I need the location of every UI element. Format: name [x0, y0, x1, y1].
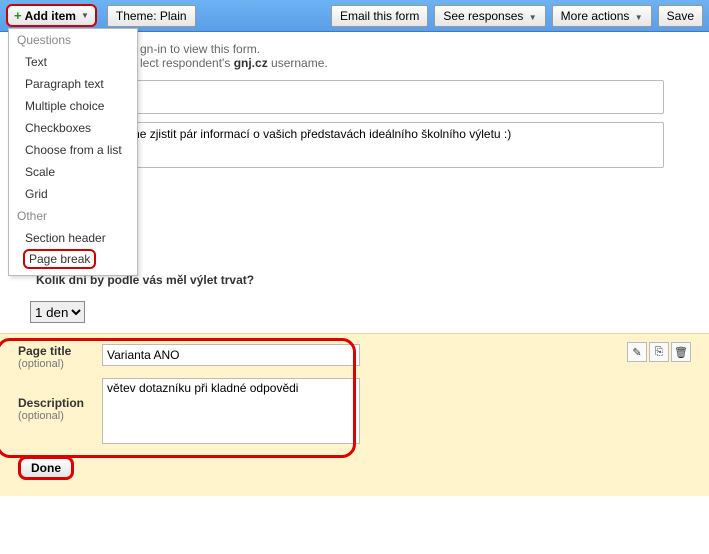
- add-item-label: Add item: [25, 9, 76, 23]
- theme-button[interactable]: Theme: Plain: [107, 5, 196, 27]
- add-item-menu: Questions Text Paragraph text Multiple c…: [8, 28, 138, 276]
- menu-item-text[interactable]: Text: [9, 51, 137, 73]
- page-description-label: Description (optional): [18, 378, 96, 422]
- delete-icon[interactable]: 🗑: [671, 342, 691, 362]
- theme-value: Plain: [160, 9, 187, 23]
- item-actions: ✎ ⎘ 🗑: [627, 342, 691, 362]
- see-responses-button[interactable]: See responses ▼: [434, 5, 545, 27]
- menu-header-questions: Questions: [9, 29, 137, 51]
- menu-item-scale[interactable]: Scale: [9, 161, 137, 183]
- chevron-down-icon: ▼: [635, 13, 643, 22]
- email-form-button[interactable]: Email this form: [331, 5, 428, 27]
- menu-item-page-break[interactable]: Page break: [23, 249, 96, 269]
- days-select[interactable]: 1 den: [30, 301, 85, 323]
- save-button[interactable]: Save: [658, 5, 703, 27]
- done-button[interactable]: Done: [18, 456, 74, 480]
- copy-icon[interactable]: ⎘: [649, 342, 669, 362]
- more-actions-button[interactable]: More actions ▼: [552, 5, 652, 27]
- info-line-2: lect respondent's gnj.cz username.: [140, 56, 685, 70]
- chevron-down-icon: ▼: [81, 11, 89, 20]
- theme-label: Theme:: [116, 9, 157, 23]
- menu-item-grid[interactable]: Grid: [9, 183, 137, 205]
- menu-item-choose-from-list[interactable]: Choose from a list: [9, 139, 137, 161]
- menu-item-multiple-choice[interactable]: Multiple choice: [9, 95, 137, 117]
- page-break-editor: ✎ ⎘ 🗑 Page title (optional) Description …: [0, 333, 709, 496]
- add-item-button[interactable]: + Add item ▼: [6, 4, 97, 27]
- chevron-down-icon: ▼: [529, 13, 537, 22]
- menu-item-checkboxes[interactable]: Checkboxes: [9, 117, 137, 139]
- menu-header-other: Other: [9, 205, 137, 227]
- edit-icon[interactable]: ✎: [627, 342, 647, 362]
- menu-item-section-header[interactable]: Section header: [9, 227, 137, 249]
- page-title-input[interactable]: [102, 344, 360, 366]
- page-description-input[interactable]: větev dotazníku při kladné odpovědi: [102, 378, 360, 444]
- info-line-1: gn-in to view this form.: [140, 42, 685, 56]
- plus-icon: +: [14, 8, 22, 23]
- menu-item-paragraph-text[interactable]: Paragraph text: [9, 73, 137, 95]
- page-title-label: Page title (optional): [18, 344, 96, 370]
